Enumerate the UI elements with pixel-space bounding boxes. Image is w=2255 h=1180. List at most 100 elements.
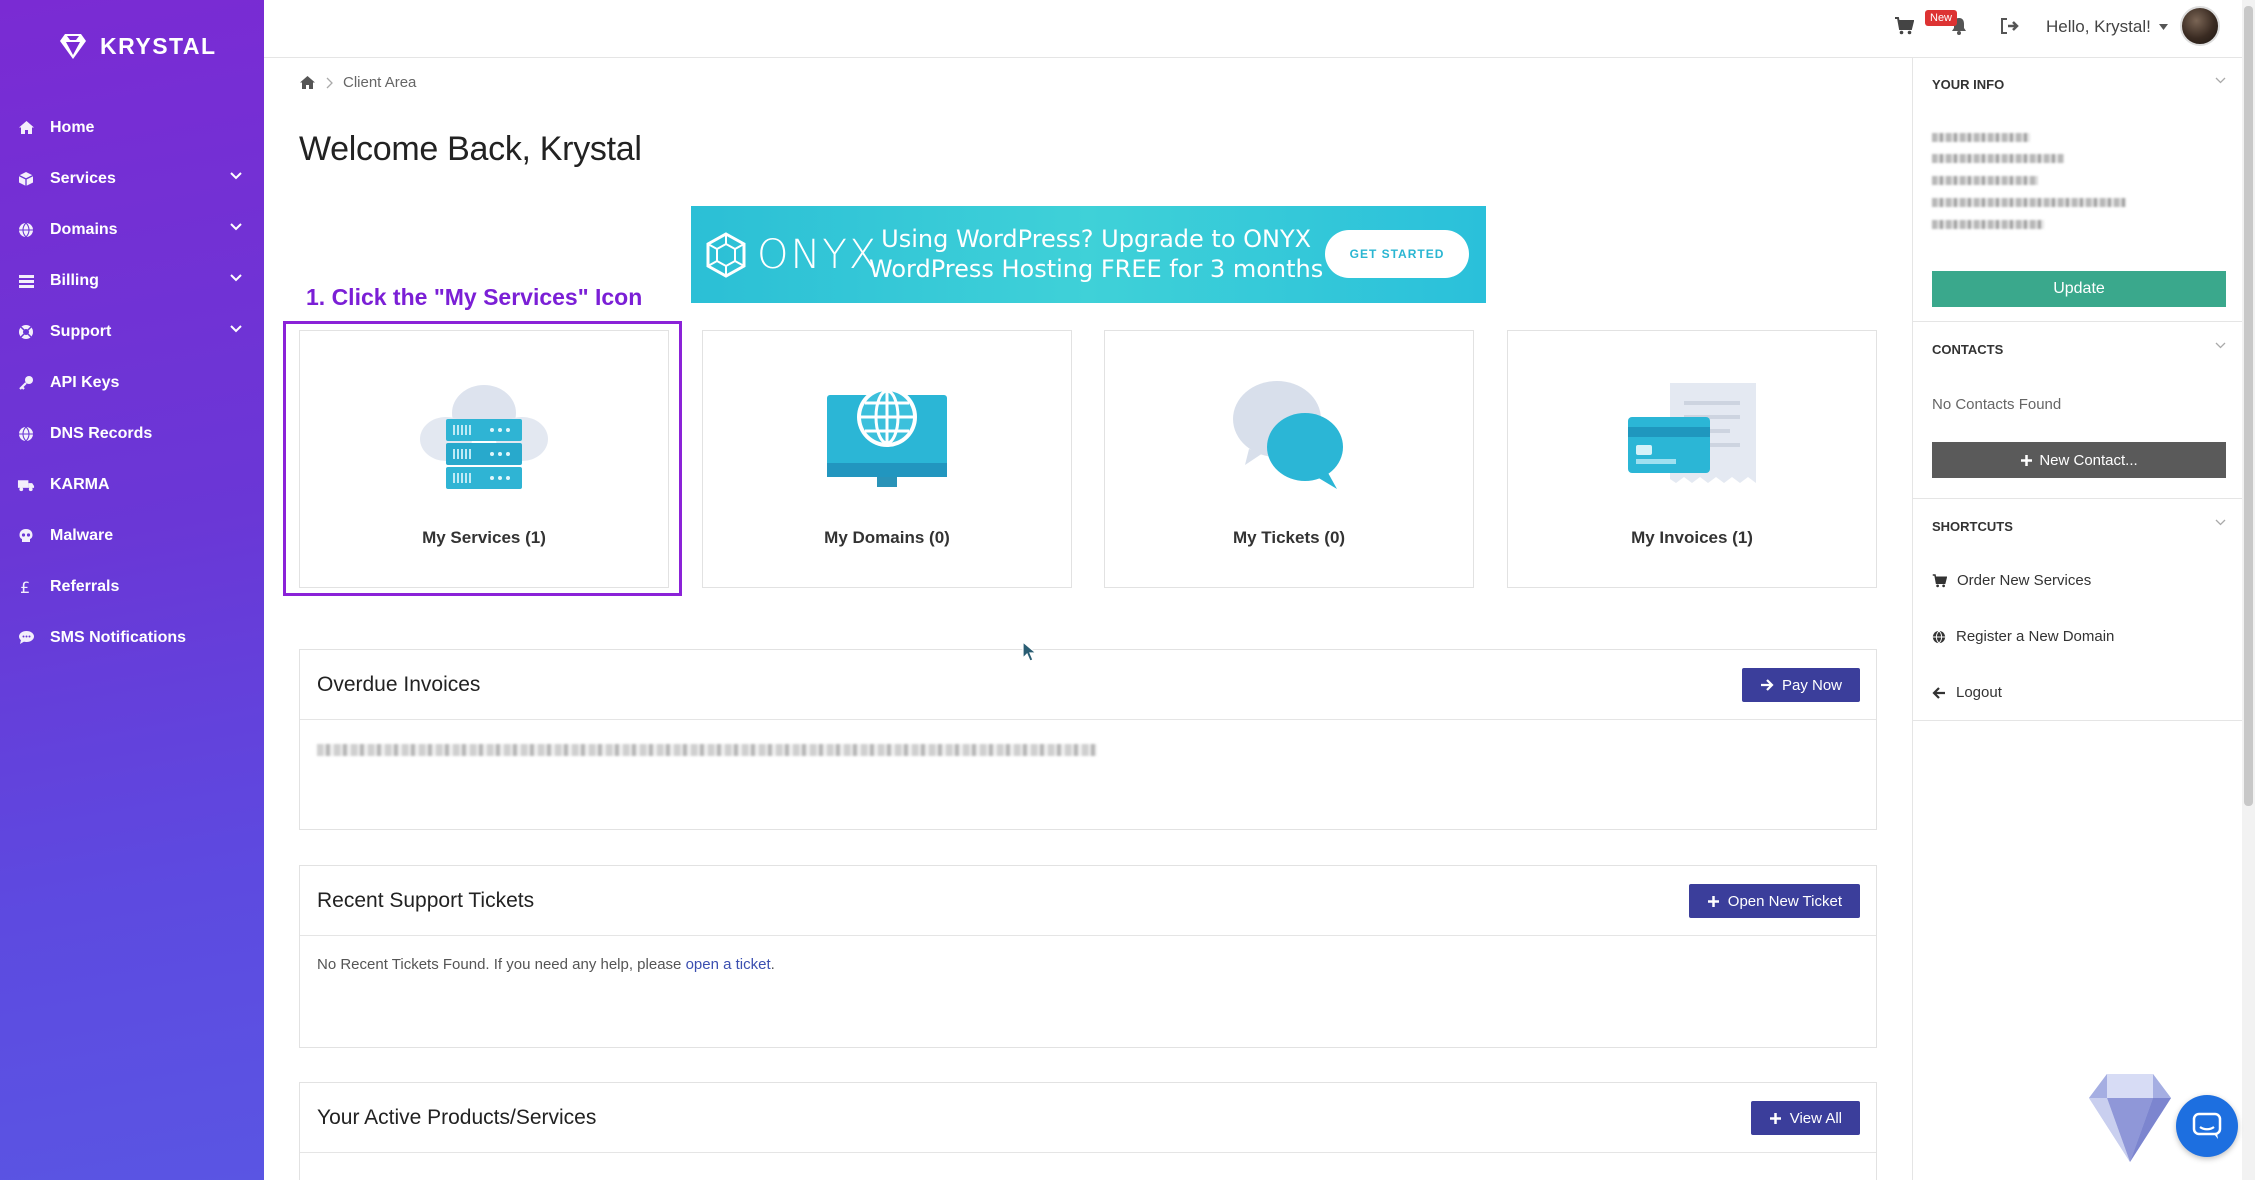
sidebar-item-label: SMS Notifications [50, 628, 187, 646]
sidebar-item-label: Billing [50, 271, 99, 289]
sidebar-item-billing[interactable]: Billing [0, 255, 264, 306]
billing-icon [17, 272, 35, 290]
sidebar-item-karma[interactable]: KARMA [0, 459, 264, 510]
sidebar-item-domains[interactable]: Domains [0, 204, 264, 255]
chat-bubbles-icon [1233, 381, 1343, 489]
sidebar-item-malware[interactable]: Malware [0, 510, 264, 561]
caret-down-icon [2158, 24, 2168, 30]
open-new-ticket-button[interactable]: Open New Ticket [1688, 884, 1860, 918]
sidebar-item-services[interactable]: Services [0, 153, 264, 204]
shortcut-register-domain[interactable]: Register a New Domain [1932, 628, 2114, 645]
breadcrumb-current: Client Area [343, 74, 417, 91]
contacts-section: CONTACTS No Contacts Found New Contact..… [1913, 322, 2242, 499]
button-label: New Contact... [2039, 451, 2138, 469]
no-tickets-text: No Recent Tickets Found. If you need any… [317, 956, 686, 973]
cart-icon [1932, 573, 1947, 587]
chevron-down-icon[interactable] [2215, 519, 2226, 526]
get-started-button[interactable]: GET STARTED [1325, 230, 1469, 278]
chevron-down-icon [230, 172, 242, 180]
shortcuts-section: SHORTCUTS Order New Services Register a … [1913, 499, 2242, 721]
no-tickets-suffix: . [770, 956, 775, 973]
my-tickets-tile[interactable]: My Tickets (0) [1104, 330, 1474, 588]
update-button[interactable]: Update [1932, 271, 2226, 307]
sidebar-item-referrals[interactable]: £ Referrals [0, 561, 264, 612]
page-scrollbar[interactable] [2242, 0, 2255, 1180]
open-ticket-link[interactable]: open a ticket [686, 956, 771, 973]
active-products-panel: Your Active Products/Services View All [299, 1082, 1877, 1180]
chevron-down-icon[interactable] [2215, 77, 2226, 84]
brand-logo[interactable]: KRYSTAL [58, 31, 217, 61]
plus-icon [1707, 895, 1719, 907]
sidebar-item-label: API Keys [50, 373, 120, 391]
sidebar-item-sms-notifications[interactable]: SMS Notifications [0, 612, 264, 663]
chevron-down-icon [230, 325, 242, 333]
banner-line-2: WordPress Hosting FREE for 3 months [869, 255, 1324, 283]
overdue-invoices-panel: Overdue Invoices Pay Now [299, 649, 1877, 830]
shortcut-order-new-services[interactable]: Order New Services [1932, 572, 2091, 589]
sidebar-nav: Home Services Domains Billing Support AP… [0, 102, 264, 663]
live-chat-button[interactable] [2176, 1095, 2238, 1157]
sidebar-item-home[interactable]: Home [0, 102, 264, 153]
sidebar-item-dns-records[interactable]: DNS Records [0, 408, 264, 459]
krystal-gem-mascot-icon [2089, 1074, 2171, 1162]
sidebar-item-label: Home [50, 118, 95, 136]
my-invoices-tile[interactable]: My Invoices (1) [1507, 330, 1877, 588]
box-icon [17, 170, 35, 188]
skull-icon [17, 527, 35, 545]
onyx-promo-banner[interactable]: ONYX Using WordPress? Upgrade to ONYX Wo… [691, 206, 1486, 303]
tutorial-highlight-box [283, 321, 682, 596]
pound-icon: £ [17, 578, 35, 596]
sidebar-item-label: KARMA [50, 475, 110, 493]
onyx-brand: ONYX [757, 232, 879, 278]
button-label: Pay Now [1781, 676, 1842, 694]
panel-header: Recent Support Tickets Open New Ticket [300, 866, 1876, 936]
view-all-button[interactable]: View All [1750, 1101, 1860, 1135]
home-icon [17, 119, 35, 137]
right-sidebar: YOUR INFO Update CONTACTS No Contacts Fo… [1912, 58, 2242, 1180]
shortcut-label: Register a New Domain [1956, 628, 2115, 645]
svg-text:£: £ [20, 579, 30, 595]
globe-icon [17, 221, 35, 239]
truck-icon [17, 476, 35, 494]
banner-message: Using WordPress? Upgrade to ONYX WordPre… [869, 224, 1323, 284]
arrow-right-icon [1760, 679, 1774, 691]
avatar[interactable] [2180, 6, 2220, 46]
section-title: SHORTCUTS [1932, 519, 2013, 534]
globe-monitor-icon [827, 387, 947, 487]
sidebar-item-label: Domains [50, 220, 118, 238]
redacted-text [1932, 133, 2030, 142]
shortcut-logout[interactable]: Logout [1932, 684, 2002, 701]
chevron-down-icon [230, 274, 242, 282]
plus-icon [2021, 454, 2033, 466]
sidebar-item-label: Referrals [50, 577, 120, 595]
tile-label: My Domains (0) [824, 528, 950, 547]
chevron-down-icon[interactable] [2215, 342, 2226, 349]
sidebar-item-label: Malware [50, 526, 114, 544]
sidebar-item-support[interactable]: Support [0, 306, 264, 357]
panel-title: Overdue Invoices [317, 673, 481, 696]
cart-icon[interactable] [1894, 17, 1914, 35]
sidebar-item-label: DNS Records [50, 424, 153, 442]
panel-body [300, 720, 1876, 780]
sidebar-item-api-keys[interactable]: API Keys [0, 357, 264, 408]
panel-title: Recent Support Tickets [317, 889, 535, 912]
sidebar-item-label: Services [50, 169, 116, 187]
pay-now-button[interactable]: Pay Now [1741, 668, 1860, 702]
user-menu[interactable]: Hello, Krystal! [2046, 17, 2168, 37]
logout-icon[interactable] [2000, 17, 2020, 35]
shortcut-label: Logout [1956, 684, 2002, 701]
breadcrumb: Client Area [299, 74, 416, 91]
panel-header: Your Active Products/Services View All [300, 1083, 1876, 1153]
comment-icon [17, 629, 35, 647]
brand-name: KRYSTAL [100, 32, 217, 59]
invoice-card-icon [1628, 383, 1756, 483]
new-contact-button[interactable]: New Contact... [1932, 442, 2226, 478]
tile-label: My Tickets (0) [1232, 528, 1346, 547]
key-icon [17, 374, 35, 392]
redacted-text [1932, 176, 2038, 185]
home-icon[interactable] [299, 75, 316, 90]
scrollbar-thumb[interactable] [2244, 6, 2253, 806]
sidebar: KRYSTAL Home Services Domains Billing Su… [0, 0, 264, 1180]
section-title: CONTACTS [1932, 342, 2004, 357]
my-domains-tile[interactable]: My Domains (0) [702, 330, 1072, 588]
